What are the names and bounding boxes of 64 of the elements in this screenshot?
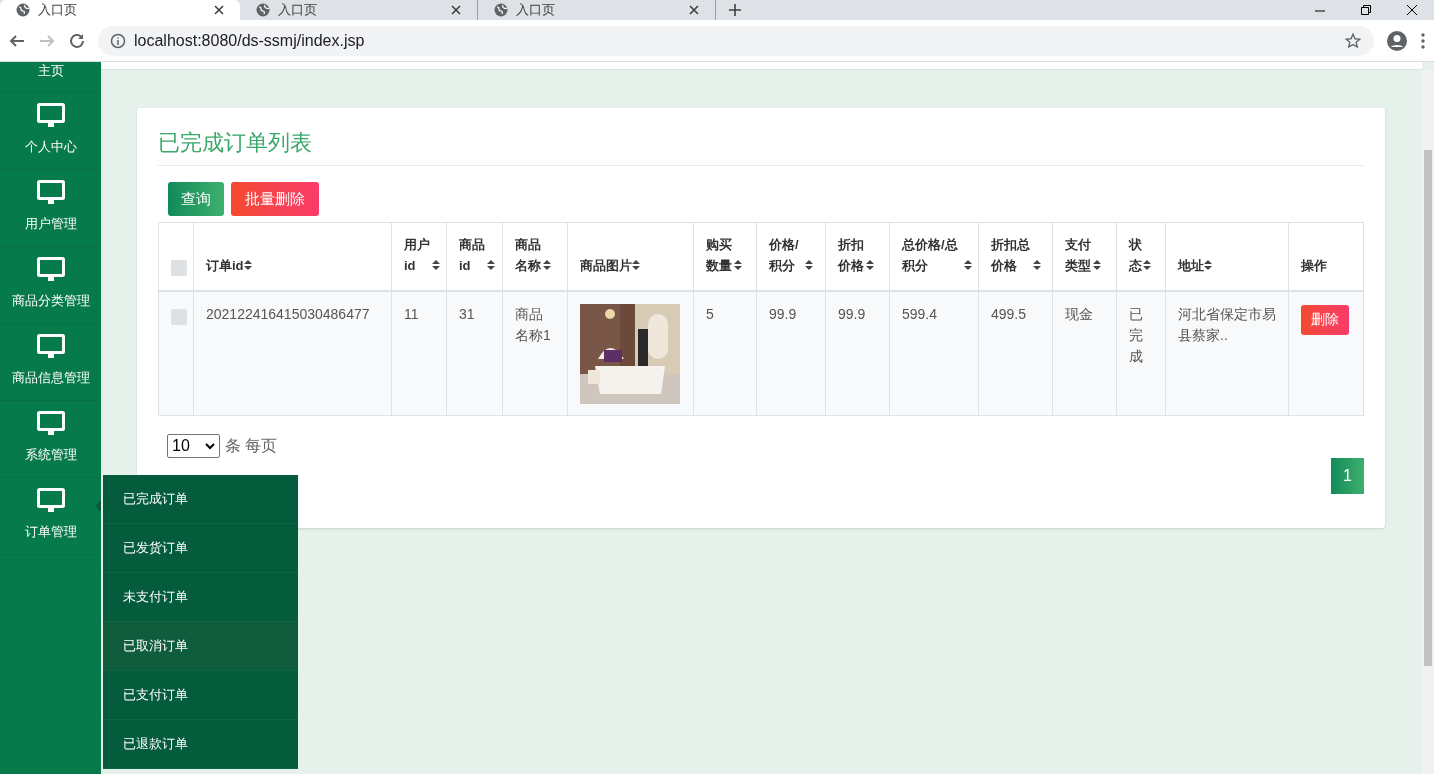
sort-icon[interactable] xyxy=(543,259,551,270)
checkbox[interactable] xyxy=(171,308,187,325)
sort-icon[interactable] xyxy=(632,259,640,270)
sort-icon[interactable] xyxy=(964,259,972,270)
sort-icon[interactable] xyxy=(1093,259,1101,270)
globe-icon xyxy=(16,3,30,17)
page-size-select[interactable]: 10 xyxy=(167,434,220,458)
column-header: 操作 xyxy=(1301,256,1327,275)
column-header[interactable]: 商品图片 xyxy=(580,254,632,276)
table-cell: 商品名称1 xyxy=(515,305,551,343)
table-cell: 11 xyxy=(404,305,419,322)
globe-icon xyxy=(494,3,508,17)
close-window-icon[interactable] xyxy=(1407,5,1417,15)
url-text: localhost:8080/ds-ssmj/index.jsp xyxy=(134,30,365,51)
batch-delete-button[interactable]: 批量删除 xyxy=(231,182,319,216)
monitor-icon xyxy=(36,180,65,206)
new-tab-icon[interactable] xyxy=(728,3,742,17)
table-cell: 现金 xyxy=(1065,305,1093,322)
monitor-icon xyxy=(36,411,65,437)
table-cell: 599.4 xyxy=(902,305,938,322)
menu-icon[interactable] xyxy=(1420,31,1426,50)
card-title: 已完成订单列表 xyxy=(158,126,1364,166)
search-button[interactable]: 查询 xyxy=(168,182,224,216)
close-icon[interactable] xyxy=(689,5,699,15)
sort-icon[interactable] xyxy=(487,259,495,270)
column-header[interactable]: 状态 xyxy=(1129,233,1143,276)
address-bar[interactable]: localhost:8080/ds-ssmj/index.jsp xyxy=(98,25,1374,56)
checkbox[interactable] xyxy=(171,259,187,276)
column-header[interactable]: 订单id xyxy=(206,254,244,276)
page-size-label: 条 每页 xyxy=(225,436,278,456)
close-icon[interactable] xyxy=(451,5,461,15)
info-icon xyxy=(110,32,126,49)
profile-icon[interactable] xyxy=(1386,29,1408,52)
sort-icon[interactable] xyxy=(1033,259,1041,270)
submenu-item[interactable]: 已取消订单 xyxy=(103,622,298,671)
sort-icon[interactable] xyxy=(1143,259,1151,270)
sort-icon[interactable] xyxy=(866,259,874,270)
table-cell: 99.9 xyxy=(769,305,797,322)
table-cell: 499.5 xyxy=(991,305,1027,322)
table-cell: 河北省保定市易县蔡家.. xyxy=(1178,305,1276,343)
table-cell: 202122416415030486477 xyxy=(206,305,370,322)
table-cell: 31 xyxy=(459,305,475,322)
table-cell: 99.9 xyxy=(838,305,866,322)
sort-icon[interactable] xyxy=(805,259,813,270)
sort-icon[interactable] xyxy=(432,259,440,270)
table-cell: 5 xyxy=(706,305,714,322)
monitor-icon xyxy=(36,488,65,514)
delete-button[interactable]: 删除 xyxy=(1301,304,1349,335)
close-icon[interactable] xyxy=(214,5,224,15)
monitor-icon xyxy=(36,103,65,129)
browser-tab[interactable]: 入口页 xyxy=(0,0,240,20)
scrollbar[interactable] xyxy=(1422,70,1434,774)
star-icon[interactable] xyxy=(1344,31,1362,50)
sort-icon[interactable] xyxy=(1204,259,1212,270)
sort-icon[interactable] xyxy=(734,259,742,270)
sort-icon[interactable] xyxy=(243,259,252,270)
globe-icon xyxy=(256,3,270,17)
chevron-down-icon xyxy=(205,442,215,450)
reload-icon[interactable] xyxy=(68,31,86,50)
column-header[interactable]: 地址 xyxy=(1178,254,1204,276)
restore-icon[interactable] xyxy=(1361,5,1371,15)
table-cell: 已完成 xyxy=(1129,305,1143,364)
monitor-icon xyxy=(36,334,65,360)
monitor-icon xyxy=(36,257,65,283)
